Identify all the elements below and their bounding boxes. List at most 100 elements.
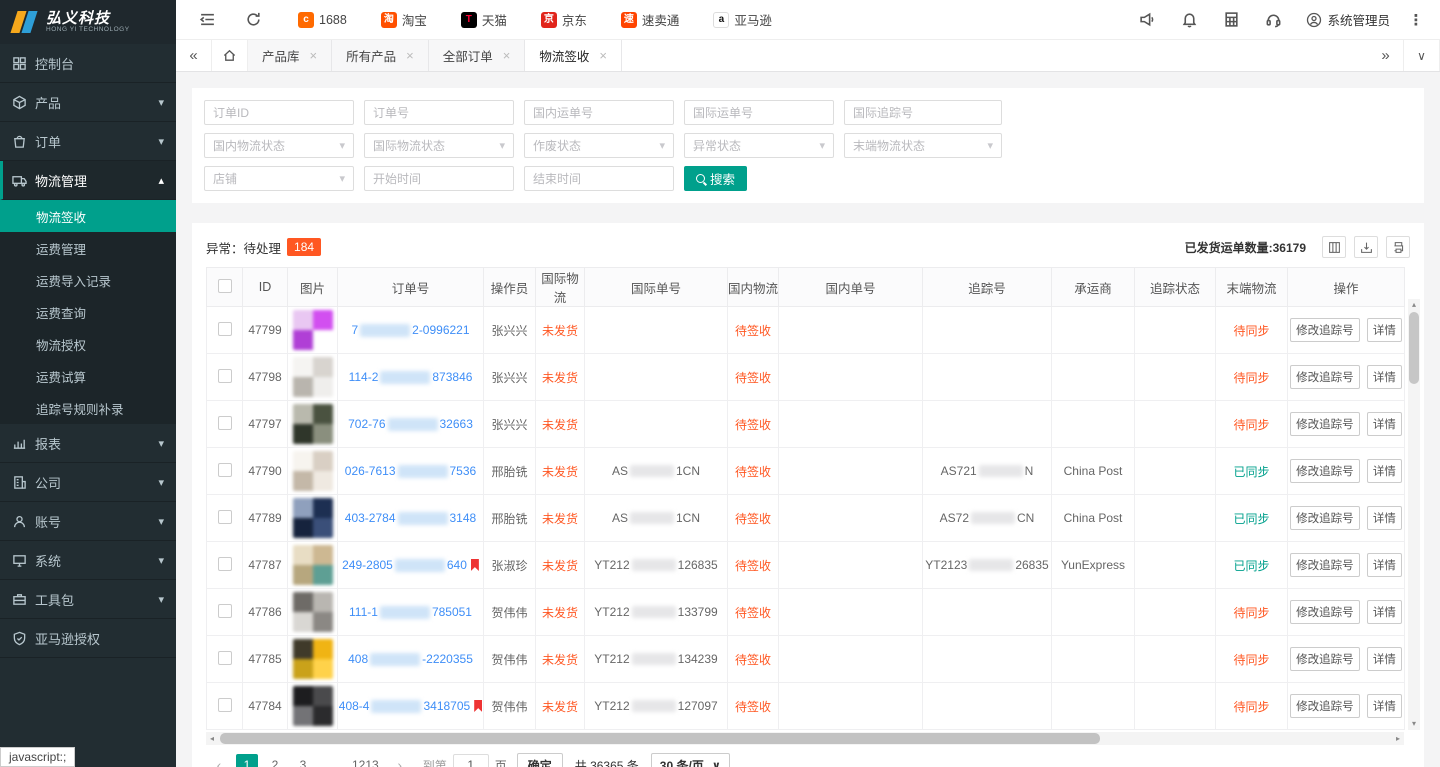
sidebar-item-company[interactable]: 公司 xyxy=(0,463,176,502)
detail-button[interactable]: 详情 xyxy=(1367,459,1402,483)
home-tab-button[interactable] xyxy=(212,40,248,71)
tab-all-products[interactable]: 所有产品 xyxy=(332,40,429,71)
shop-select[interactable]: 店铺 xyxy=(204,166,354,191)
product-image[interactable] xyxy=(293,310,333,350)
tabs-scroll-left-button[interactable] xyxy=(176,40,212,71)
page-number-2[interactable]: 2 xyxy=(264,754,286,767)
row-checkbox[interactable] xyxy=(218,369,232,383)
sidebar-fold-button[interactable] xyxy=(190,0,224,40)
submenu-item-tracking-rule[interactable]: 追踪号规则补录 xyxy=(0,392,176,424)
marketplace-link-1688[interactable]: c1688 xyxy=(298,12,347,28)
submenu-item-freight-query[interactable]: 运费查询 xyxy=(0,296,176,328)
service-button[interactable] xyxy=(1256,0,1290,40)
page-number-3[interactable]: 3 xyxy=(292,754,314,767)
order-number-link[interactable]: 408-2220355 xyxy=(348,652,473,666)
sidebar-item-product[interactable]: 产品 xyxy=(0,83,176,122)
order-number-link[interactable]: 026-76137536 xyxy=(345,464,476,478)
modify-tracking-button[interactable]: 修改追踪号 xyxy=(1290,553,1360,577)
product-image[interactable] xyxy=(293,545,333,585)
scroll-down-icon[interactable] xyxy=(1408,718,1420,730)
row-checkbox[interactable] xyxy=(218,463,232,477)
scroll-up-icon[interactable] xyxy=(1408,299,1420,311)
product-image[interactable] xyxy=(293,451,333,491)
void-status-select[interactable]: 作废状态 xyxy=(524,133,674,158)
vertical-scroll-thumb[interactable] xyxy=(1409,312,1419,384)
order-number-link[interactable]: 72-0996221 xyxy=(351,323,469,337)
terminal-logistics-status-select[interactable]: 末端物流状态 xyxy=(844,133,1002,158)
modify-tracking-button[interactable]: 修改追踪号 xyxy=(1290,647,1360,671)
order-number-link[interactable]: 408-43418705 xyxy=(339,699,482,713)
close-icon[interactable] xyxy=(310,48,318,63)
sidebar-item-dashboard[interactable]: 控制台 xyxy=(0,44,176,83)
row-checkbox[interactable] xyxy=(218,557,232,571)
sidebar-item-logistics[interactable]: 物流管理 xyxy=(0,161,176,200)
detail-button[interactable]: 详情 xyxy=(1367,647,1402,671)
modify-tracking-button[interactable]: 修改追踪号 xyxy=(1290,506,1360,530)
product-image[interactable] xyxy=(293,498,333,538)
close-icon[interactable] xyxy=(503,48,511,63)
modify-tracking-button[interactable]: 修改追踪号 xyxy=(1290,365,1360,389)
order-number-link[interactable]: 249-2805640 xyxy=(342,558,479,572)
pending-count-badge[interactable]: 184 xyxy=(287,238,321,256)
calculator-button[interactable] xyxy=(1214,0,1248,40)
sidebar-item-order[interactable]: 订单 xyxy=(0,122,176,161)
row-checkbox[interactable] xyxy=(218,416,232,430)
intl-logistics-status-select[interactable]: 国际物流状态 xyxy=(364,133,514,158)
close-icon[interactable] xyxy=(406,48,414,63)
intl-tracking-input[interactable] xyxy=(844,100,1002,125)
modify-tracking-button[interactable]: 修改追踪号 xyxy=(1290,694,1360,718)
close-icon[interactable] xyxy=(599,48,607,63)
product-image[interactable] xyxy=(293,592,333,632)
end-time-input[interactable] xyxy=(524,166,674,191)
tab-all-orders[interactable]: 全部订单 xyxy=(429,40,526,71)
submenu-item-logistics-auth[interactable]: 物流授权 xyxy=(0,328,176,360)
scroll-left-icon[interactable] xyxy=(206,732,218,745)
modify-tracking-button[interactable]: 修改追踪号 xyxy=(1290,459,1360,483)
detail-button[interactable]: 详情 xyxy=(1367,553,1402,577)
jump-page-input[interactable] xyxy=(453,754,489,767)
export-button[interactable] xyxy=(1354,236,1378,258)
announcement-button[interactable] xyxy=(1130,0,1164,40)
order-id-input[interactable] xyxy=(204,100,354,125)
modify-tracking-button[interactable]: 修改追踪号 xyxy=(1290,412,1360,436)
detail-button[interactable]: 详情 xyxy=(1367,365,1402,389)
marketplace-link-tmall[interactable]: T天猫 xyxy=(461,10,507,29)
page-number-1[interactable]: 1 xyxy=(236,754,258,767)
order-number-link[interactable]: 114-2873846 xyxy=(349,370,473,384)
product-image[interactable] xyxy=(293,357,333,397)
next-page-button[interactable] xyxy=(389,754,411,767)
detail-button[interactable]: 详情 xyxy=(1367,412,1402,436)
intl-waybill-input[interactable] xyxy=(684,100,834,125)
tabs-scroll-right-button[interactable] xyxy=(1368,40,1404,71)
prev-page-button[interactable] xyxy=(208,754,230,767)
tab-product-library[interactable]: 产品库 xyxy=(248,40,332,71)
scroll-right-icon[interactable] xyxy=(1392,732,1404,745)
submenu-item-freight-manage[interactable]: 运费管理 xyxy=(0,232,176,264)
detail-button[interactable]: 详情 xyxy=(1367,600,1402,624)
order-number-link[interactable]: 403-27843148 xyxy=(345,511,476,525)
more-menu-button[interactable] xyxy=(1406,11,1426,29)
user-menu[interactable]: 系统管理员 xyxy=(1298,10,1398,29)
marketplace-link-jd[interactable]: 京京东 xyxy=(541,10,587,29)
marketplace-link-aliexpress[interactable]: 速速卖通 xyxy=(621,10,680,29)
sidebar-item-system[interactable]: 系统 xyxy=(0,541,176,580)
modify-tracking-button[interactable]: 修改追踪号 xyxy=(1290,600,1360,624)
sidebar-item-account[interactable]: 账号 xyxy=(0,502,176,541)
per-page-select[interactable]: 30 条/页 xyxy=(651,753,730,767)
detail-button[interactable]: 详情 xyxy=(1367,318,1402,342)
product-image[interactable] xyxy=(293,639,333,679)
modify-tracking-button[interactable]: 修改追踪号 xyxy=(1290,318,1360,342)
page-number-last[interactable]: 1213 xyxy=(348,754,383,767)
product-image[interactable] xyxy=(293,686,333,726)
domestic-logistics-status-select[interactable]: 国内物流状态 xyxy=(204,133,354,158)
start-time-input[interactable] xyxy=(364,166,514,191)
row-checkbox[interactable] xyxy=(218,651,232,665)
search-button[interactable]: 搜索 xyxy=(684,166,747,191)
sidebar-item-toolkit[interactable]: 工具包 xyxy=(0,580,176,619)
marketplace-link-taobao[interactable]: 淘淘宝 xyxy=(381,10,427,29)
order-no-input[interactable] xyxy=(364,100,514,125)
row-checkbox[interactable] xyxy=(218,604,232,618)
vertical-scrollbar[interactable] xyxy=(1408,299,1420,730)
sidebar-item-report[interactable]: 报表 xyxy=(0,424,176,463)
row-checkbox[interactable] xyxy=(218,698,232,712)
